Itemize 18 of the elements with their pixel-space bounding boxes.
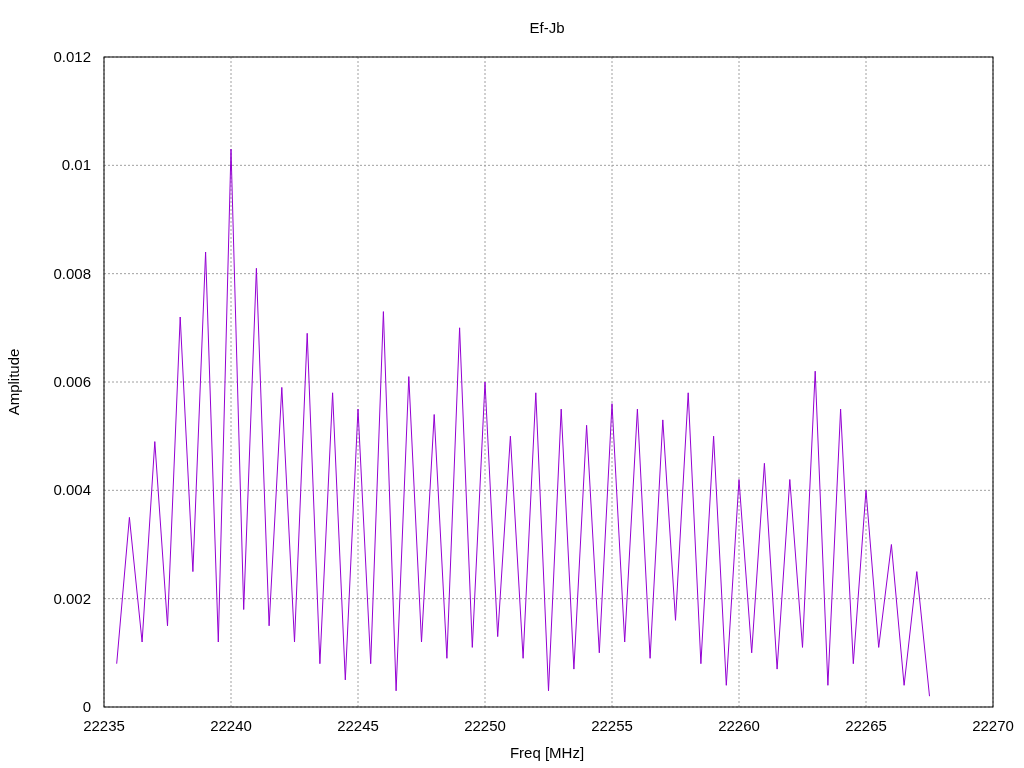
x-tick-label: 22255 xyxy=(591,717,633,734)
x-axis-label: Freq [MHz] xyxy=(509,744,585,761)
x-tick-label: 22245 xyxy=(337,717,379,734)
y-tick-label: 0.008 xyxy=(53,264,91,282)
y-axis-label: Amplitude xyxy=(5,348,22,416)
x-tick-label: 22250 xyxy=(464,717,506,734)
x-tick-label: 22260 xyxy=(718,717,760,734)
y-tick-label: 0.012 xyxy=(53,48,91,65)
y-tick-label: 0.006 xyxy=(53,373,91,390)
x-tick-label: 22265 xyxy=(845,717,887,734)
y-tick-label: 0 xyxy=(82,698,91,715)
y-tick-label: 0.01 xyxy=(61,156,91,174)
x-tick-label: 22240 xyxy=(210,717,252,734)
chart-title: Ef-Jb xyxy=(529,19,565,36)
x-tick-label: 22270 xyxy=(972,717,1014,734)
y-tick-label: 0.002 xyxy=(53,589,91,607)
y-tick-label: 0.004 xyxy=(53,481,91,499)
x-tick-label: 22235 xyxy=(83,717,125,734)
